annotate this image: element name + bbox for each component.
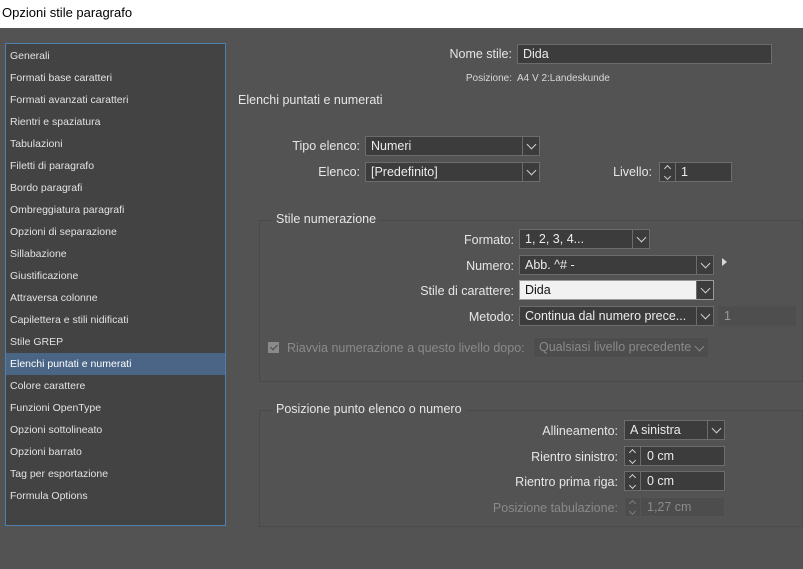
level-stepper[interactable]: 1 [659,162,732,182]
restart-level-value: Qualsiasi livello precedente [539,340,692,354]
stepper-arrows-icon[interactable] [625,472,641,490]
method-label: Metodo: [468,310,514,324]
chevron-down-icon [691,338,708,357]
section-title: Elenchi puntati e numerati [238,93,383,107]
style-name-input[interactable]: Dida [517,44,772,64]
stepper-arrows-icon[interactable] [660,163,676,181]
char-style-value: Dida [525,283,551,297]
stepper-arrows-icon[interactable] [625,498,641,516]
sidebar-item-formati-avanzati[interactable]: Formati avanzati caratteri [6,89,225,111]
sidebar-item-formati-base[interactable]: Formati base caratteri [6,67,225,89]
level-label: Livello: [613,165,652,179]
list-type-dropdown[interactable]: Numeri [365,136,540,156]
method-value: Continua dal numero prece... [525,309,687,323]
format-label: Formato: [463,233,514,247]
position-value: A4 V 2:Landeskunde [517,73,610,84]
window-title: Opzioni stile paragrafo [0,0,803,28]
method-dropdown[interactable]: Continua dal numero prece... [519,306,714,326]
sidebar-item-sottolineato[interactable]: Opzioni sottolineato [6,419,225,441]
stepper-arrows-icon[interactable] [625,447,641,465]
number-label: Numero: [466,259,514,273]
char-style-label: Stile di carattere: [420,284,514,298]
sidebar-item-filetti[interactable]: Filetti di paragrafo [6,155,225,177]
first-line-indent-stepper[interactable]: 0 cm [624,471,725,491]
chevron-down-icon [632,230,649,248]
sidebar-item-ombreggiatura[interactable]: Ombreggiatura paragrafi [6,199,225,221]
sidebar-item-rientri[interactable]: Rientri e spaziatura [6,111,225,133]
sidebar-item-elenchi[interactable]: Elenchi puntati e numerati [6,353,225,375]
style-name-label: Nome stile: [449,47,512,61]
chevron-down-icon [696,307,713,325]
method-start-field[interactable]: 1 [718,306,796,326]
sidebar-item-attraversa-colonne[interactable]: Attraversa colonne [6,287,225,309]
number-field[interactable]: Abb. ^# - [519,255,714,275]
chevron-down-icon [696,281,713,299]
alignment-dropdown[interactable]: A sinistra [624,420,725,440]
list-type-label: Tipo elenco: [292,139,360,153]
sidebar-item-generali[interactable]: Generali [6,45,225,67]
sidebar-item-tabulazioni[interactable]: Tabulazioni [6,133,225,155]
number-value: Abb. ^# - [525,258,575,272]
chevron-down-icon [707,421,724,439]
tab-position-stepper[interactable]: 1,27 cm [624,497,725,517]
tab-position-label: Posizione tabulazione: [492,501,618,515]
tab-position-value: 1,27 cm [647,500,692,514]
position-label: Posizione: [465,73,512,84]
sidebar-item-tag-esportazione[interactable]: Tag per esportazione [6,463,225,485]
sidebar-item-opentype[interactable]: Funzioni OpenType [6,397,225,419]
numbering-style-title: Stile numerazione [272,212,381,226]
restart-numbering-label: Riavvia numerazione a questo livello dop… [287,341,525,355]
level-value: 1 [681,165,688,179]
format-value: 1, 2, 3, 4... [525,232,585,246]
sidebar-item-sillabazione[interactable]: Sillabazione [6,243,225,265]
sidebar-item-colore-carattere[interactable]: Colore carattere [6,375,225,397]
format-dropdown[interactable]: 1, 2, 3, 4... [519,229,650,249]
alignment-label: Allineamento: [542,424,618,438]
sidebar-item-separazione[interactable]: Opzioni di separazione [6,221,225,243]
chevron-down-icon [522,137,539,155]
list-type-value: Numeri [371,139,412,153]
first-line-indent-label: Rientro prima riga: [515,475,618,489]
list-value: [Predefinito] [371,165,438,179]
sidebar-item-barrato[interactable]: Opzioni barrato [6,441,225,463]
left-indent-label: Rientro sinistro: [531,450,618,464]
sidebar-item-formula-options[interactable]: Formula Options [6,485,225,507]
left-indent-value: 0 cm [647,449,675,463]
chevron-down-icon [522,163,539,181]
position-group-title: Posizione punto elenco o numero [272,402,466,416]
list-label: Elenco: [318,165,360,179]
insert-special-character-icon[interactable] [722,258,727,266]
sidebar-item-stile-grep[interactable]: Stile GREP [6,331,225,353]
first-line-indent-value: 0 cm [647,474,675,488]
restart-numbering-checkbox[interactable] [268,342,279,353]
chevron-down-icon [696,256,713,274]
alignment-value: A sinistra [630,423,681,437]
list-dropdown[interactable]: [Predefinito] [365,162,540,182]
sidebar-item-bordo[interactable]: Bordo paragrafi [6,177,225,199]
category-sidebar: Generali Formati base caratteri Formati … [5,43,226,526]
sidebar-item-giustificazione[interactable]: Giustificazione [6,265,225,287]
sidebar-item-capilettera[interactable]: Capilettera e stili nidificati [6,309,225,331]
char-style-dropdown[interactable]: Dida [519,280,714,300]
left-indent-stepper[interactable]: 0 cm [624,446,725,466]
restart-level-dropdown[interactable]: Qualsiasi livello precedente [533,337,709,358]
